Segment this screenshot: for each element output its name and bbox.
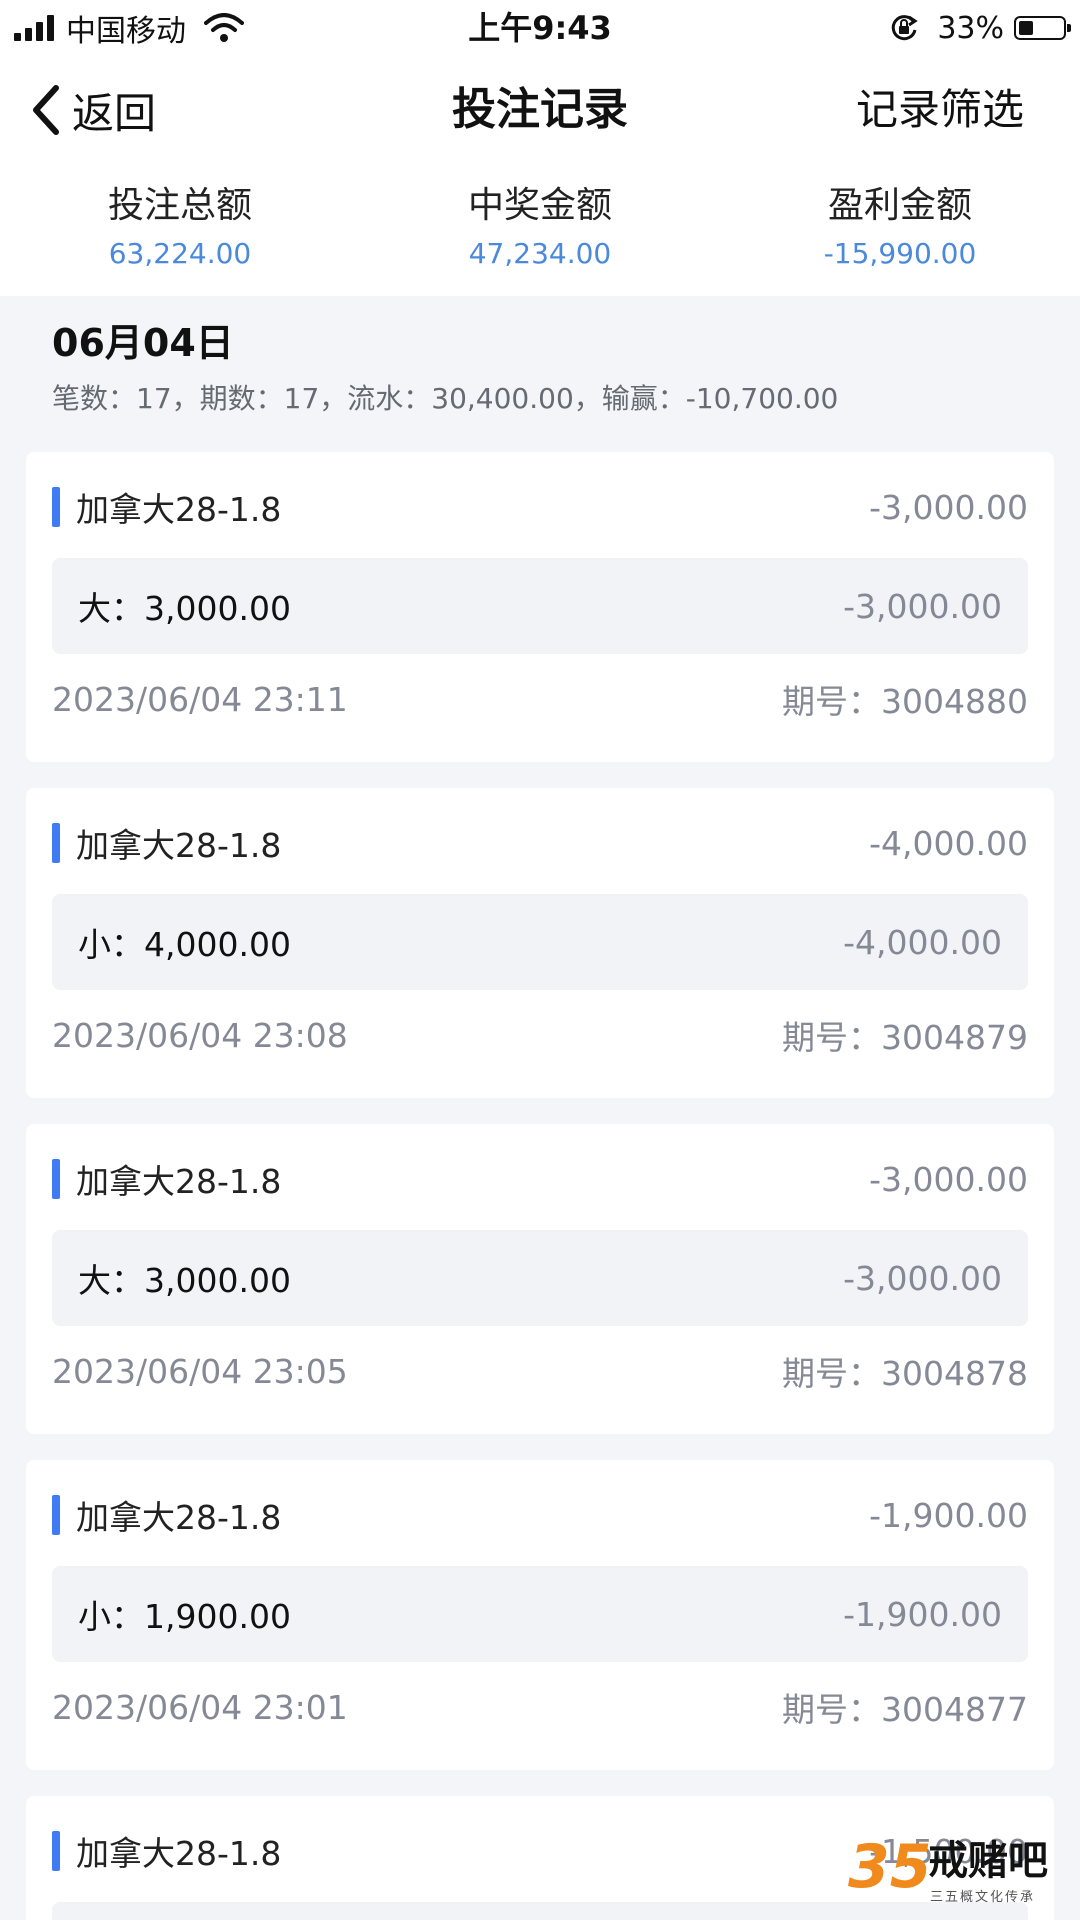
bet-selection: 小：1,900.00 (78, 1597, 291, 1636)
accent-bar (52, 823, 60, 863)
bet-result: -3,000.00 (843, 586, 1002, 626)
date-group-header: 06月04日 笔数：17，期数：17，流水：30,400.00，输赢：-10,7… (52, 318, 838, 418)
bet-selection: 大：3,000.00 (78, 589, 291, 628)
bet-detail: 大：3,000.00 -3,000.00 (52, 558, 1028, 654)
watermark-name: 戒赌吧 (928, 1838, 1048, 1884)
watermark-logo: 35 (848, 1832, 932, 1902)
bet-selection: 小：4,000.00 (78, 925, 291, 964)
period-number: 期号：3004878 (782, 1354, 1028, 1393)
bet-detail: 大：3,000.00 -3,000.00 (52, 1230, 1028, 1326)
game-name: 加拿大28-1.8 (76, 490, 282, 529)
summary-total-bet: 投注总额 63,224.00 (0, 166, 360, 296)
summary-value: -15,990.00 (823, 237, 977, 270)
record-card[interactable]: 加拿大28-1.8 -3,000.00 大：3,000.00 -3,000.00… (26, 452, 1054, 762)
group-date: 06月04日 (52, 321, 234, 365)
summary-value: 47,234.00 (468, 237, 612, 270)
bet-selection: 大：3,000.00 (78, 1261, 291, 1300)
summary-profit: 盈利金额 -15,990.00 (720, 166, 1080, 296)
bet-time: 2023/06/04 23:01 (52, 1687, 348, 1727)
bet-detail: 小：4,000.00 -4,000.00 (52, 894, 1028, 990)
bet-result: -4,000.00 (843, 922, 1002, 962)
period-number: 期号：3004877 (782, 1690, 1028, 1729)
nav-bar: 返回 投注记录 记录筛选 (0, 56, 1080, 166)
summary-label: 投注总额 (107, 185, 252, 226)
group-stats: 笔数：17，期数：17，流水：30,400.00，输赢：-10,700.00 (52, 382, 839, 415)
bet-result: -1,900.00 (843, 1594, 1002, 1634)
bet-result: -3,000.00 (843, 1258, 1002, 1298)
game-name: 加拿大28-1.8 (76, 826, 282, 865)
filter-button[interactable]: 记录筛选 (856, 80, 1024, 140)
summary-value: 63,224.00 (108, 237, 252, 270)
game-name: 加拿大28-1.8 (76, 1498, 282, 1537)
period-number: 期号：3004879 (782, 1018, 1028, 1057)
accent-bar (52, 1831, 60, 1871)
record-card[interactable]: 加拿大28-1.8 -3,000.00 大：3,000.00 -3,000.00… (26, 1124, 1054, 1434)
period-number: 期号：3004880 (782, 682, 1028, 721)
watermark-subtitle: 三五概文化传承 (930, 1890, 1036, 1905)
bet-time: 2023/06/04 23:08 (52, 1015, 348, 1055)
battery-percent: 33% (937, 10, 1004, 46)
record-card[interactable]: 加拿大28-1.8 -1,900.00 小：1,900.00 -1,900.00… (26, 1460, 1054, 1770)
game-name: 加拿大28-1.8 (76, 1162, 282, 1201)
record-amount: -4,000.00 (869, 823, 1028, 863)
rotation-lock-icon (892, 15, 919, 41)
status-bar: 中国移动 上午9:43 33% (0, 0, 1080, 56)
accent-bar (52, 1495, 60, 1535)
bet-time: 2023/06/04 23:05 (52, 1351, 348, 1391)
battery-icon (1014, 16, 1071, 40)
accent-bar (52, 1159, 60, 1199)
summary-label: 中奖金额 (467, 185, 612, 226)
summary-label: 盈利金额 (827, 185, 972, 226)
bet-detail: 小：1,900.00 -1,900.00 (52, 1566, 1028, 1662)
watermark: 35 戒赌吧 三五概文化传承 (848, 1832, 1068, 1912)
summary-panel: 投注总额 63,224.00 中奖金额 47,234.00 盈利金额 -15,9… (0, 166, 1080, 296)
record-amount: -3,000.00 (869, 487, 1028, 527)
game-name: 加拿大28-1.8 (76, 1834, 282, 1873)
record-amount: -3,000.00 (869, 1159, 1028, 1199)
accent-bar (52, 487, 60, 527)
record-card[interactable]: 加拿大28-1.8 -4,000.00 小：4,000.00 -4,000.00… (26, 788, 1054, 1098)
summary-winnings: 中奖金额 47,234.00 (360, 166, 720, 296)
bet-time: 2023/06/04 23:11 (52, 679, 348, 719)
record-amount: -1,900.00 (869, 1495, 1028, 1535)
